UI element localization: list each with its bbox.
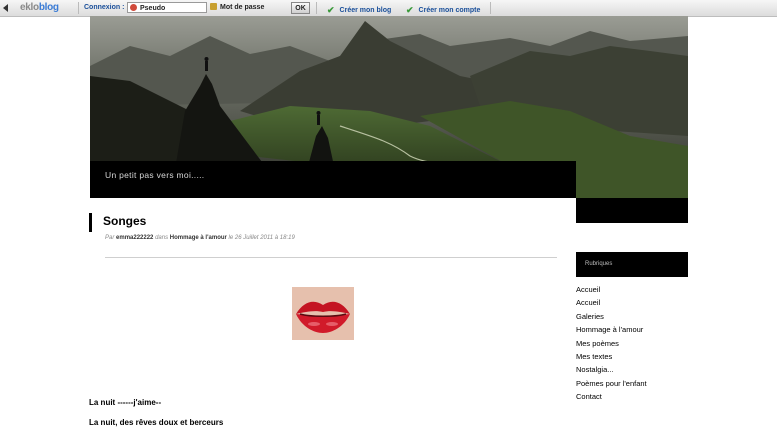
meta-in: dans <box>155 235 169 241</box>
post-date: le 26 Juillet 2011 à 18:19 <box>228 235 295 241</box>
pseudo-input[interactable]: Pseudo <box>127 2 207 13</box>
sidebar-item-galeries[interactable]: Galeries <box>576 312 647 325</box>
sidebar-item-poemes-enfant[interactable]: Poèmes pour l'enfant <box>576 379 647 392</box>
eklablog-logo[interactable]: ekloblog <box>20 2 59 13</box>
post-category-link[interactable]: Hommage à l'amour <box>170 235 227 241</box>
header-side-block <box>576 198 688 223</box>
user-icon <box>130 4 137 11</box>
logo-text-part2: blog <box>38 2 59 13</box>
password-input[interactable]: Mot de passe <box>208 2 288 13</box>
sidebar-item-mes-poemes[interactable]: Mes poèmes <box>576 339 647 352</box>
post-title[interactable]: Songes <box>103 214 146 228</box>
rubriques-list: Accueil Accueil Galeries Hommage à l'amo… <box>576 285 647 406</box>
meta-by: Par <box>105 235 115 241</box>
post-title-accent <box>89 213 92 232</box>
lips-image <box>292 287 354 340</box>
poem-line: La nuit ------j'aime-- <box>89 398 162 407</box>
checkmark-icon: ✔ <box>327 5 335 15</box>
sidebar-item-nostalgia[interactable]: Nostalgia... <box>576 365 647 378</box>
checkmark-icon: ✔ <box>406 5 414 15</box>
create-blog-label: Créer mon blog <box>339 7 392 14</box>
top-toolbar: ekloblog Connexion : Pseudo Mot de passe… <box>0 0 777 17</box>
sidebar-item-hommage[interactable]: Hommage à l'amour <box>576 325 647 338</box>
post-meta: Par emma222222 dans Hommage à l'amour le… <box>105 235 295 241</box>
create-blog-link[interactable]: ✔ Créer mon blog <box>327 4 391 15</box>
rubriques-heading: Rubriques <box>585 261 613 267</box>
toolbar-separator <box>78 2 79 14</box>
post-divider <box>105 257 557 258</box>
sidebar-item-mes-textes[interactable]: Mes textes <box>576 352 647 365</box>
pseudo-placeholder: Pseudo <box>140 5 166 12</box>
rubriques-heading-block: Rubriques <box>576 252 688 277</box>
back-arrow-icon[interactable] <box>3 4 8 12</box>
connexion-label: Connexion : <box>84 4 125 11</box>
create-account-label: Créer mon compte <box>418 7 481 14</box>
password-placeholder: Mot de passe <box>220 4 265 11</box>
key-icon <box>210 3 217 10</box>
toolbar-separator <box>316 2 317 14</box>
blog-tagline: Un petit pas vers moi..... <box>105 170 205 180</box>
sidebar-item-accueil-2[interactable]: Accueil <box>576 298 647 311</box>
sidebar-item-accueil[interactable]: Accueil <box>576 285 647 298</box>
toolbar-separator <box>490 2 491 14</box>
login-ok-button[interactable]: OK <box>291 2 310 14</box>
sidebar-item-contact[interactable]: Contact <box>576 392 647 405</box>
post-author-link[interactable]: emma222222 <box>116 235 153 241</box>
create-account-link[interactable]: ✔ Créer mon compte <box>406 4 480 15</box>
tagline-bar: Un petit pas vers moi..... <box>90 161 576 198</box>
logo-text-part1: eklo <box>20 2 39 13</box>
